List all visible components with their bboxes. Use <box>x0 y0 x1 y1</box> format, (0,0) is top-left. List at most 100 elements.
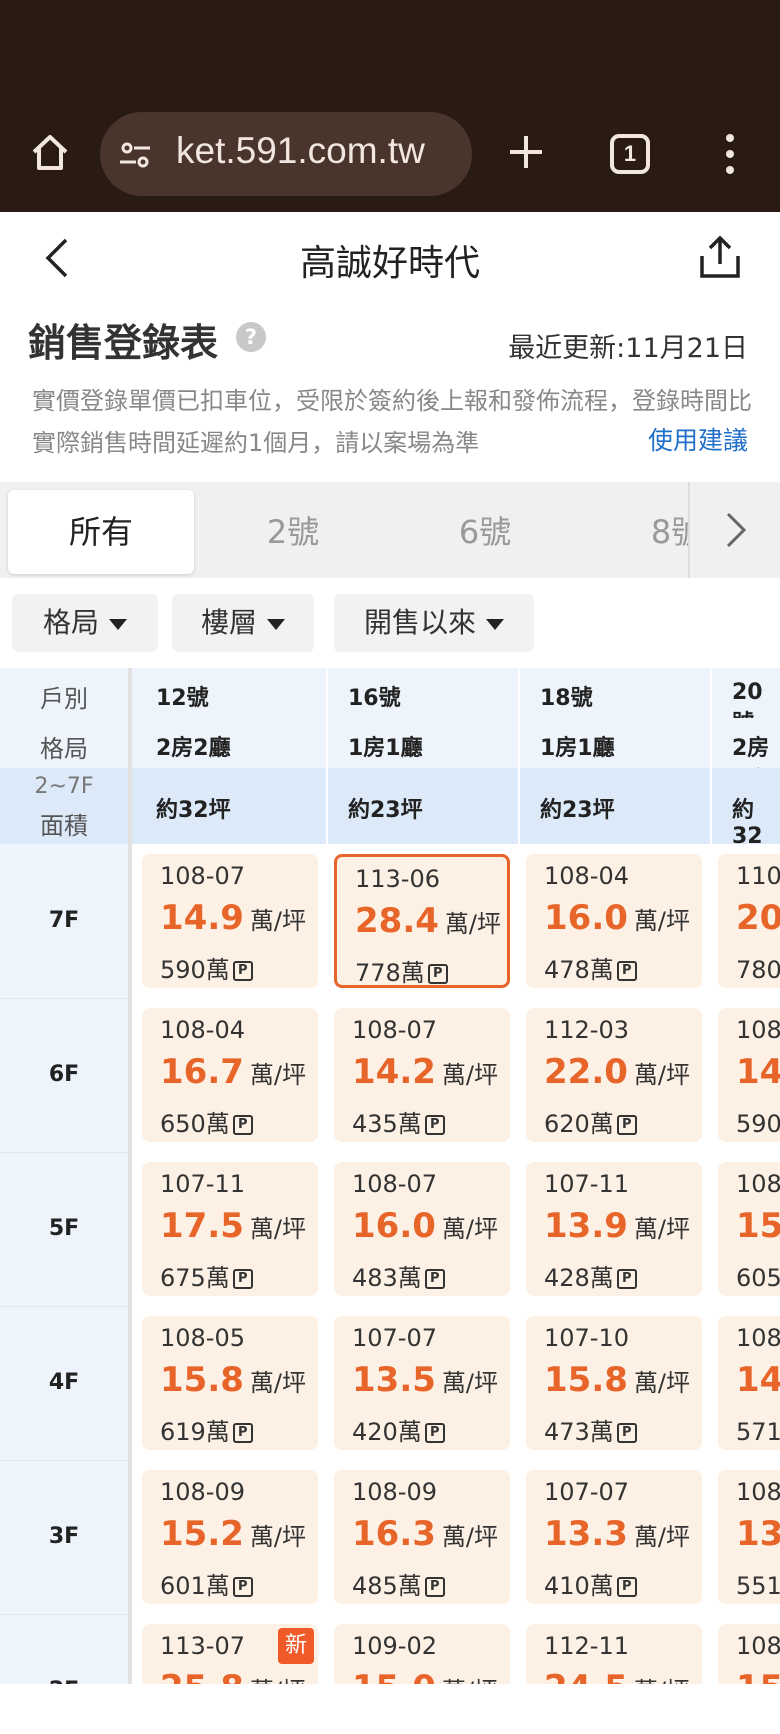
parking-icon: P <box>616 1269 637 1289</box>
total-price: 675萬 P <box>160 1258 253 1293</box>
total-price-value: 473萬 <box>544 1418 614 1446</box>
sale-date: 108-07 <box>352 1016 438 1044</box>
sale-record-card[interactable]: 107-10 15.8 萬/坪 473萬 P <box>526 1316 702 1450</box>
unit-price: 15.萬/坪 <box>736 1668 780 1684</box>
unit-price-value: 17.5 <box>160 1206 244 1246</box>
price-unit: 萬/坪 <box>441 1369 498 1397</box>
unit-price: 14.2 萬/坪 <box>352 1052 498 1092</box>
total-price: 485萬 P <box>352 1566 445 1601</box>
sale-record-card[interactable]: 108- 15.2萬/坪 605萬P <box>718 1162 780 1296</box>
price-unit: 萬/坪 <box>633 1369 690 1397</box>
sale-record-card[interactable]: 108- 13.5萬/坪 551萬P <box>718 1470 780 1604</box>
dropdown-triangle-icon <box>267 618 285 630</box>
unit-price-value: 14.1 <box>736 1360 780 1400</box>
sale-record-card[interactable]: 108-09 15.2 萬/坪 601萬 P <box>142 1470 318 1604</box>
site-settings-icon[interactable] <box>118 138 152 172</box>
sale-date: 108-04 <box>544 862 630 890</box>
unit-price-value: 20.7 <box>736 898 780 938</box>
sale-date: 112-03 <box>544 1016 630 1044</box>
sale-record-card[interactable]: 108-07 16.0 萬/坪 483萬 P <box>334 1162 510 1296</box>
floor-filter-label: 樓層 <box>200 606 257 639</box>
total-price: 590萬P <box>160 950 253 985</box>
unit-header: 18號 <box>540 686 593 711</box>
parking-icon: P <box>424 1423 445 1443</box>
address-bar[interactable]: ket.591.com.tw <box>100 112 472 196</box>
total-price-value: 605萬 <box>736 1264 780 1292</box>
sale-record-card[interactable]: 112-03 22.0 萬/坪 620萬 P <box>526 1008 702 1142</box>
column-divider <box>326 668 328 844</box>
unit-price-value: 16.0 <box>544 898 628 938</box>
section-title: 銷售登錄表 <box>28 321 219 365</box>
sale-date: 108- <box>736 1016 780 1044</box>
total-price: 780萬P <box>736 950 780 985</box>
sale-record-card[interactable]: 107-11 13.9 萬/坪 428萬 P <box>526 1162 702 1296</box>
tab-switcher-button[interactable]: 1 <box>610 134 650 174</box>
help-icon[interactable]: ? <box>236 322 266 352</box>
price-unit: 萬/坪 <box>249 1369 306 1397</box>
price-unit: 萬/坪 <box>249 1523 306 1551</box>
unit-price-value: 15.2 <box>736 1206 780 1246</box>
sale-record-card[interactable]: 107-07 13.5 萬/坪 420萬 P <box>334 1316 510 1450</box>
unit-price: 15.8 萬/坪 <box>544 1360 690 1400</box>
layout-filter[interactable]: 格局 <box>12 594 158 652</box>
last-updated: 最近更新:11月21日 <box>508 333 748 364</box>
home-icon[interactable] <box>28 130 72 174</box>
unit-price-value: 13.3 <box>544 1514 628 1554</box>
tabs-scroll-right-button[interactable] <box>688 482 780 578</box>
total-price-value: 420萬 <box>352 1418 422 1446</box>
more-menu-icon[interactable] <box>720 132 740 176</box>
total-price-value: 780萬 <box>736 956 780 984</box>
price-unit: 萬/坪 <box>441 1061 498 1089</box>
tab-building-6[interactable]: 6號 <box>392 490 578 574</box>
unit-price-value: 25.8 <box>160 1668 244 1684</box>
sale-date: 108-05 <box>160 1324 246 1352</box>
period-filter[interactable]: 開售以來 <box>334 594 534 652</box>
sale-record-card[interactable]: 108-07 14.9 萬/坪 590萬 P <box>142 854 318 988</box>
total-price-value: 551萬 <box>736 1572 780 1600</box>
unit-price: 25.8 萬/坪 <box>160 1668 306 1684</box>
price-unit: 萬/坪 <box>633 907 690 935</box>
sale-record-card[interactable]: 113-06 28.4 萬/坪 778萬 P <box>334 854 510 988</box>
floor-filter[interactable]: 樓層 <box>172 594 314 652</box>
total-price: 619萬 P <box>160 1412 253 1447</box>
sale-record-card[interactable]: 108-09 16.3 萬/坪 485萬 P <box>334 1470 510 1604</box>
tab-building-2[interactable]: 2號 <box>200 490 386 574</box>
sale-record-card[interactable]: 108-04 16.7 萬/坪 650萬 P <box>142 1008 318 1142</box>
sale-record-card[interactable]: 113-07 25.8 萬/坪 新 <box>142 1624 318 1684</box>
price-unit: 萬/坪 <box>250 1677 306 1684</box>
new-tab-icon[interactable] <box>504 130 548 174</box>
area-header: 約23坪 <box>540 798 615 823</box>
share-icon[interactable] <box>696 234 744 280</box>
total-price-value: 483萬 <box>352 1264 422 1292</box>
total-price-value: 590萬 <box>160 956 230 984</box>
sale-record-card[interactable]: 107-11 17.5 萬/坪 675萬 P <box>142 1162 318 1296</box>
row-divider <box>0 1152 128 1153</box>
tab-all[interactable]: 所有 <box>8 490 194 574</box>
sale-record-card[interactable]: 108- 15.萬/坪 <box>718 1624 780 1684</box>
price-unit: 萬/坪 <box>249 1061 306 1089</box>
floor-label-column <box>0 844 128 1684</box>
sale-record-card[interactable]: 108-04 16.0 萬/坪 478萬 P <box>526 854 702 988</box>
unit-price: 13.5萬/坪 <box>352 1360 498 1400</box>
sale-record-card[interactable]: 108-07 14.2 萬/坪 435萬 P <box>334 1008 510 1142</box>
sale-date: 108-09 <box>160 1478 246 1506</box>
sale-record-card[interactable]: 112-11 24.5 萬/坪 <box>526 1624 702 1684</box>
dropdown-triangle-icon <box>109 618 127 630</box>
area-row-label: 面積 <box>40 812 88 840</box>
total-price: 410萬 P <box>544 1566 637 1601</box>
dropdown-triangle-icon <box>486 618 504 630</box>
sale-record-card[interactable]: 107-07 13.3 萬/坪 410萬 P <box>526 1470 702 1604</box>
sale-date: 108- <box>736 1632 780 1660</box>
row-divider <box>0 1614 128 1615</box>
unit-price: 15.2萬/坪 <box>736 1206 780 1246</box>
usage-advice-link[interactable]: 使用建議 <box>648 421 748 457</box>
column-separator <box>128 668 132 1684</box>
sale-record-card[interactable]: 110- 20.7萬/坪 780萬P <box>718 854 780 988</box>
sale-record-card[interactable]: 108- 14.7萬/坪 590萬P <box>718 1008 780 1142</box>
unit-price-value: 15.0 <box>352 1668 436 1684</box>
sale-record-card[interactable]: 108- 14.1萬/坪 571萬P <box>718 1316 780 1450</box>
sale-record-card[interactable]: 109-02 15.0 萬/坪 <box>334 1624 510 1684</box>
sale-record-card[interactable]: 108-05 15.8 萬/坪 619萬 P <box>142 1316 318 1450</box>
floor-label: 3F <box>48 1524 80 1549</box>
url-text[interactable]: ket.591.com.tw <box>176 130 466 172</box>
